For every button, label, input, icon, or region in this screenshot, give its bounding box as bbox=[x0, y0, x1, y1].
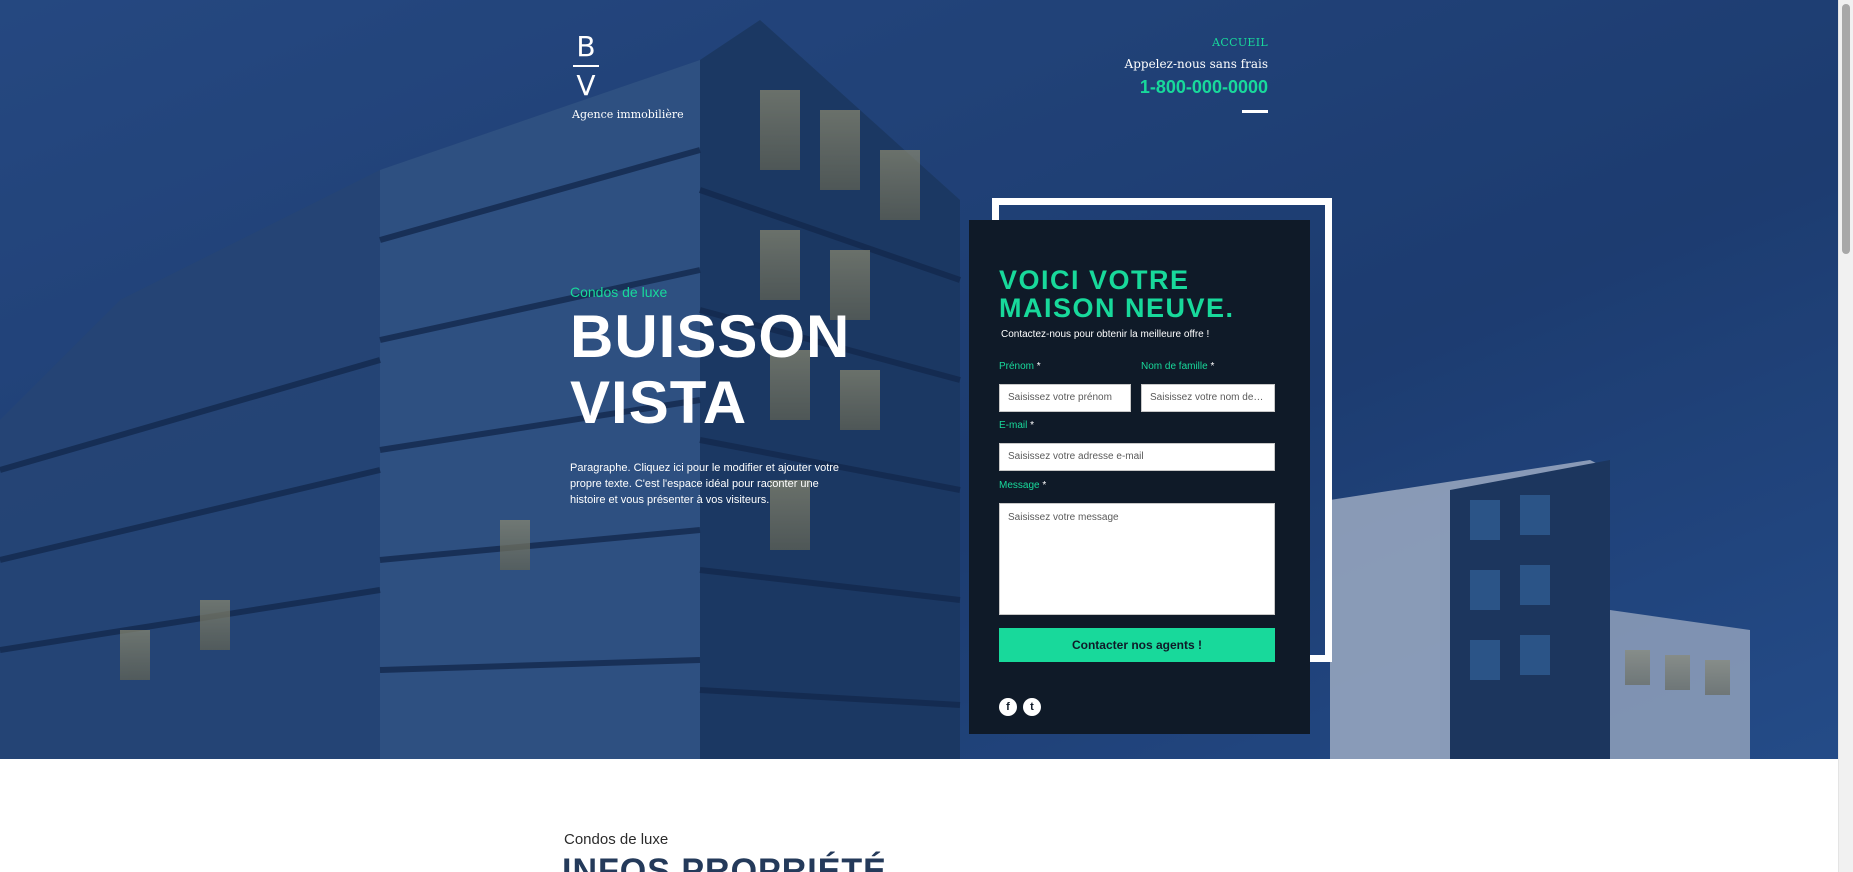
phone-number[interactable]: 1-800-000-0000 bbox=[1125, 77, 1268, 98]
contact-form-card: VOICI VOTRE MAISON NEUVE. Contactez-nous… bbox=[969, 220, 1310, 734]
hero-kicker: Condos de luxe bbox=[570, 284, 668, 300]
top-nav: ACCUEIL Appelez-nous sans frais 1-800-00… bbox=[1125, 36, 1268, 117]
twitter-icon[interactable]: t bbox=[1023, 698, 1041, 716]
hero-title-line2: VISTA bbox=[570, 369, 748, 436]
message-label: Message * bbox=[999, 480, 1046, 491]
first-name-label: Prénom * bbox=[999, 361, 1041, 372]
section-title: INFOS PROPRIÉTÉ bbox=[562, 852, 887, 872]
hero-text-block: Condos de luxe BUISSON VISTA Paragraphe.… bbox=[570, 284, 850, 508]
last-name-label: Nom de famille * bbox=[1141, 361, 1214, 372]
logo-tagline: Agence immobilière bbox=[572, 108, 684, 121]
scrollbar-thumb[interactable] bbox=[1842, 4, 1850, 254]
page-scrollbar[interactable] bbox=[1838, 0, 1853, 872]
nav-divider bbox=[1242, 110, 1268, 113]
logo-divider bbox=[573, 65, 599, 67]
logo[interactable]: B V Agence immobilière bbox=[572, 30, 684, 121]
last-name-input[interactable]: Saisissez votre nom de famille bbox=[1141, 384, 1275, 412]
hero-title-line1: BUISSON bbox=[570, 303, 851, 370]
required-mark: * bbox=[1210, 361, 1215, 372]
hero-section: B V Agence immobilière ACCUEIL Appelez-n… bbox=[0, 0, 1838, 759]
required-mark: * bbox=[1042, 480, 1047, 491]
message-textarea[interactable]: Saisissez votre message bbox=[999, 503, 1275, 615]
form-title-line2: MAISON NEUVE. bbox=[999, 293, 1235, 323]
first-name-input[interactable]: Saisissez votre prénom bbox=[999, 384, 1131, 412]
email-label-text: E-mail bbox=[999, 420, 1028, 431]
toll-free-label: Appelez-nous sans frais bbox=[1124, 57, 1268, 71]
required-mark: * bbox=[1030, 420, 1035, 431]
required-mark: * bbox=[1036, 361, 1041, 372]
form-title-line1: VOICI VOTRE bbox=[999, 265, 1190, 295]
logo-letter-v: V bbox=[576, 69, 596, 102]
facebook-icon[interactable]: f bbox=[999, 698, 1017, 716]
building-background-image bbox=[0, 0, 1838, 759]
hero-title: BUISSON VISTA bbox=[570, 304, 850, 436]
form-title: VOICI VOTRE MAISON NEUVE. bbox=[999, 266, 1299, 322]
first-name-label-text: Prénom bbox=[999, 361, 1035, 372]
logo-letter-b: B bbox=[576, 30, 596, 63]
last-name-label-text: Nom de famille bbox=[1141, 361, 1208, 372]
email-input[interactable]: Saisissez votre adresse e-mail bbox=[999, 443, 1275, 471]
hero-paragraph: Paragraphe. Cliquez ici pour le modifier… bbox=[570, 462, 840, 506]
nav-link-home[interactable]: ACCUEIL bbox=[1125, 36, 1268, 49]
message-label-text: Message bbox=[999, 480, 1040, 491]
contact-agents-button[interactable]: Contacter nos agents ! bbox=[999, 628, 1275, 662]
section-kicker: Condos de luxe bbox=[564, 831, 669, 848]
email-label: E-mail * bbox=[999, 420, 1034, 431]
form-subtitle: Contactez-nous pour obtenir la meilleure… bbox=[1001, 329, 1210, 340]
